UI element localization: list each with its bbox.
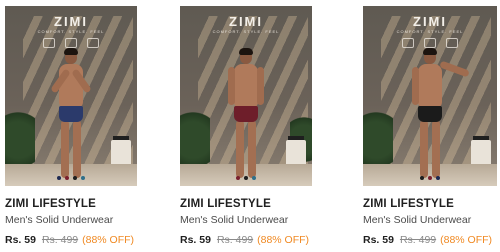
price-row: Rs. 59 Rs. 499 (88% OFF) — [5, 234, 155, 246]
feature-icons — [5, 38, 137, 48]
feature-icon — [446, 38, 458, 48]
image-tagline: COMFORT. STYLE. FEEL — [37, 29, 105, 34]
product-card[interactable]: ZIMI COMFORT. STYLE. FEEL ZIMI LIFESTYLE… — [180, 6, 330, 246]
price-row: Rs. 59 Rs. 499 (88% OFF) — [180, 234, 330, 246]
color-swatch[interactable] — [252, 176, 256, 180]
original-price: Rs. 499 — [41, 234, 79, 246]
discount-label: (88% OFF) — [82, 234, 135, 246]
model-figure — [410, 48, 470, 180]
product-card[interactable]: ZIMI COMFORT. STYLE. FEEL ZIMI LIFESTYLE… — [363, 6, 500, 246]
feature-icon — [43, 38, 55, 48]
plant-decor — [180, 98, 210, 168]
model-figure — [50, 48, 92, 180]
feature-icon — [402, 38, 414, 48]
color-swatch[interactable] — [65, 176, 69, 180]
feature-icons — [363, 38, 497, 48]
model-figure — [226, 48, 266, 180]
plant-decor — [5, 98, 35, 168]
brand-name: ZIMI LIFESTYLE — [363, 198, 454, 210]
original-price: Rs. 499 — [399, 234, 437, 246]
image-brand-logo: ZIMI — [413, 14, 447, 29]
color-swatch[interactable] — [244, 176, 248, 180]
color-swatch[interactable] — [428, 176, 432, 180]
product-title: Men's Solid Underwear — [5, 214, 114, 226]
product-title: Men's Solid Underwear — [363, 214, 472, 226]
discount-label: (88% OFF) — [440, 234, 493, 246]
color-swatches[interactable] — [363, 176, 497, 180]
image-tagline: COMFORT. STYLE. FEEL — [212, 29, 280, 34]
color-swatch[interactable] — [73, 176, 77, 180]
product-underwear — [418, 106, 442, 122]
product-underwear — [234, 106, 258, 122]
color-swatches[interactable] — [5, 176, 137, 180]
product-title: Men's Solid Underwear — [180, 214, 289, 226]
original-price: Rs. 499 — [216, 234, 254, 246]
color-swatch[interactable] — [81, 176, 85, 180]
price-row: Rs. 59 Rs. 499 (88% OFF) — [363, 234, 500, 246]
image-brand-logo: ZIMI — [54, 14, 88, 29]
pedestal — [286, 140, 306, 166]
sale-price: Rs. 59 — [180, 234, 211, 246]
sale-price: Rs. 59 — [363, 234, 394, 246]
feature-icon — [87, 38, 99, 48]
product-underwear — [59, 106, 83, 122]
color-swatch[interactable] — [436, 176, 440, 180]
product-card[interactable]: ZIMI COMFORT. STYLE. FEEL ZIMI LIFESTYLE… — [5, 6, 155, 246]
brand-name: ZIMI LIFESTYLE — [5, 198, 96, 210]
color-swatch[interactable] — [236, 176, 240, 180]
product-grid: ZIMI COMFORT. STYLE. FEEL ZIMI LIFESTYLE… — [0, 0, 500, 252]
product-image[interactable]: ZIMI COMFORT. STYLE. FEEL — [180, 6, 312, 186]
pedestal — [111, 140, 131, 166]
pedestal — [471, 140, 491, 166]
product-image[interactable]: ZIMI COMFORT. STYLE. FEEL — [363, 6, 497, 186]
color-swatches[interactable] — [180, 176, 312, 180]
feature-icon — [424, 38, 436, 48]
discount-label: (88% OFF) — [257, 234, 310, 246]
sale-price: Rs. 59 — [5, 234, 36, 246]
image-tagline: COMFORT. STYLE. FEEL — [396, 29, 464, 34]
brand-name: ZIMI LIFESTYLE — [180, 198, 271, 210]
color-swatch[interactable] — [420, 176, 424, 180]
feature-icon — [65, 38, 77, 48]
color-swatch[interactable] — [57, 176, 61, 180]
plant-decor — [363, 98, 393, 168]
product-image[interactable]: ZIMI COMFORT. STYLE. FEEL — [5, 6, 137, 186]
image-brand-logo: ZIMI — [229, 14, 263, 29]
